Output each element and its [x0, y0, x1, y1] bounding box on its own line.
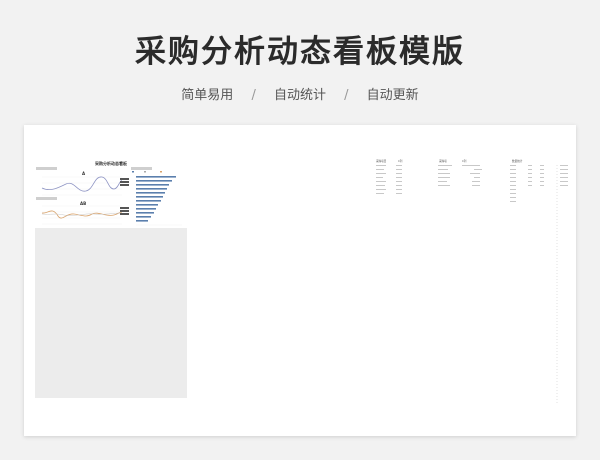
feature-item: 简单易用: [181, 88, 234, 103]
page-title: 采购分析动态看板模版: [135, 34, 465, 70]
dashboard-title: 采购分析动态看板: [95, 161, 127, 166]
panel-tag: [36, 167, 57, 170]
feature-separator: /: [344, 88, 349, 103]
feature-list: 简单易用 / 自动统计 / 自动更新: [0, 84, 600, 103]
feature-separator: /: [251, 88, 256, 103]
bar-chart: [132, 171, 182, 226]
feature-item: 自动统计: [273, 88, 326, 103]
data-table-preview: [376, 165, 568, 403]
spreadsheet-preview: 采购分析动态看板 A AB 采购项目 C列 采购项 C列 数量统计: [24, 125, 576, 436]
dashboard-panel: 采购分析动态看板 A AB: [35, 160, 187, 228]
feature-item: 自动更新: [366, 88, 419, 103]
line-chart-b: [41, 205, 129, 225]
dashboard-area: 采购分析动态看板 A AB: [35, 160, 187, 398]
